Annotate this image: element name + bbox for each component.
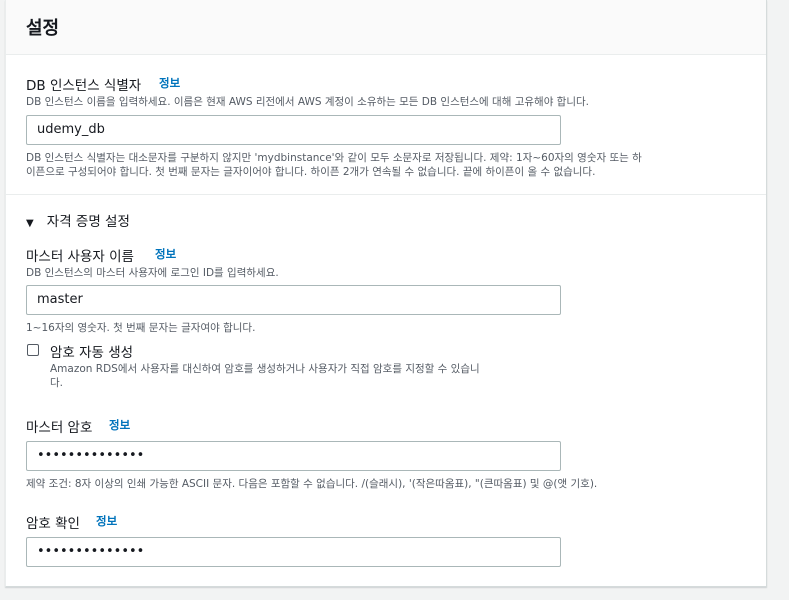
db-identifier-input[interactable]: udemy_db <box>26 115 561 145</box>
master-username-info-link[interactable]: 정보 <box>155 246 176 262</box>
master-username-constraint: 1~16자의 영숫자. 첫 번째 문자는 글자여야 합니다. <box>26 322 256 334</box>
auto-generate-description-line2: 다. <box>50 377 63 389</box>
credentials-section-title: 자격 증명 설정 <box>46 214 130 230</box>
master-username-label: 마스터 사용자 이름 <box>26 249 134 265</box>
confirm-password-info-link[interactable]: 정보 <box>96 513 117 529</box>
confirm-password-input[interactable]: •••••••••••••• <box>26 537 561 567</box>
master-password-info-link[interactable]: 정보 <box>109 417 130 433</box>
db-identifier-constraint-line2: 이픈으로 구성되어야 합니다. 첫 번째 문자는 글자이어야 합니다. 하이픈 … <box>26 166 596 178</box>
auto-generate-description-line1: Amazon RDS에서 사용자를 대신하여 암호를 생성하거나 사용자가 직접… <box>50 363 480 375</box>
section-divider <box>6 194 766 195</box>
auto-generate-password-label[interactable]: 암호 자동 생성 <box>50 341 133 361</box>
master-password-label: 마스터 암호 <box>26 420 93 436</box>
settings-panel: 설정 DB 인스턴스 식별자 정보 DB 인스턴스 이름을 입력하세요. 이름은… <box>5 0 767 587</box>
master-password-input[interactable]: •••••••••••••• <box>26 441 561 471</box>
confirm-password-label: 암호 확인 <box>26 516 80 532</box>
master-username-description: DB 인스턴스의 마스터 사용자에 로그인 ID를 입력하세요. <box>26 267 279 279</box>
panel-header: 설정 <box>6 0 766 55</box>
master-password-constraint: 제약 조건: 8자 이상의 인쇄 가능한 ASCII 문자. 다음은 포함할 수… <box>26 478 598 490</box>
db-identifier-info-link[interactable]: 정보 <box>159 75 180 91</box>
db-identifier-description: DB 인스턴스 이름을 입력하세요. 이름은 현재 AWS 리전에서 AWS 계… <box>26 96 590 108</box>
page-title: 설정 <box>26 18 60 39</box>
credentials-section-toggle[interactable]: ▼ 자격 증명 설정 <box>26 210 130 230</box>
db-identifier-constraint-line1: DB 인스턴스 식별자는 대소문자를 구분하지 않지만 'mydbinstanc… <box>26 152 642 164</box>
master-username-input[interactable]: master <box>26 285 561 315</box>
db-identifier-label: DB 인스턴스 식별자 <box>26 78 142 94</box>
caret-down-icon: ▼ <box>26 218 34 229</box>
auto-generate-password-checkbox[interactable] <box>27 344 39 356</box>
